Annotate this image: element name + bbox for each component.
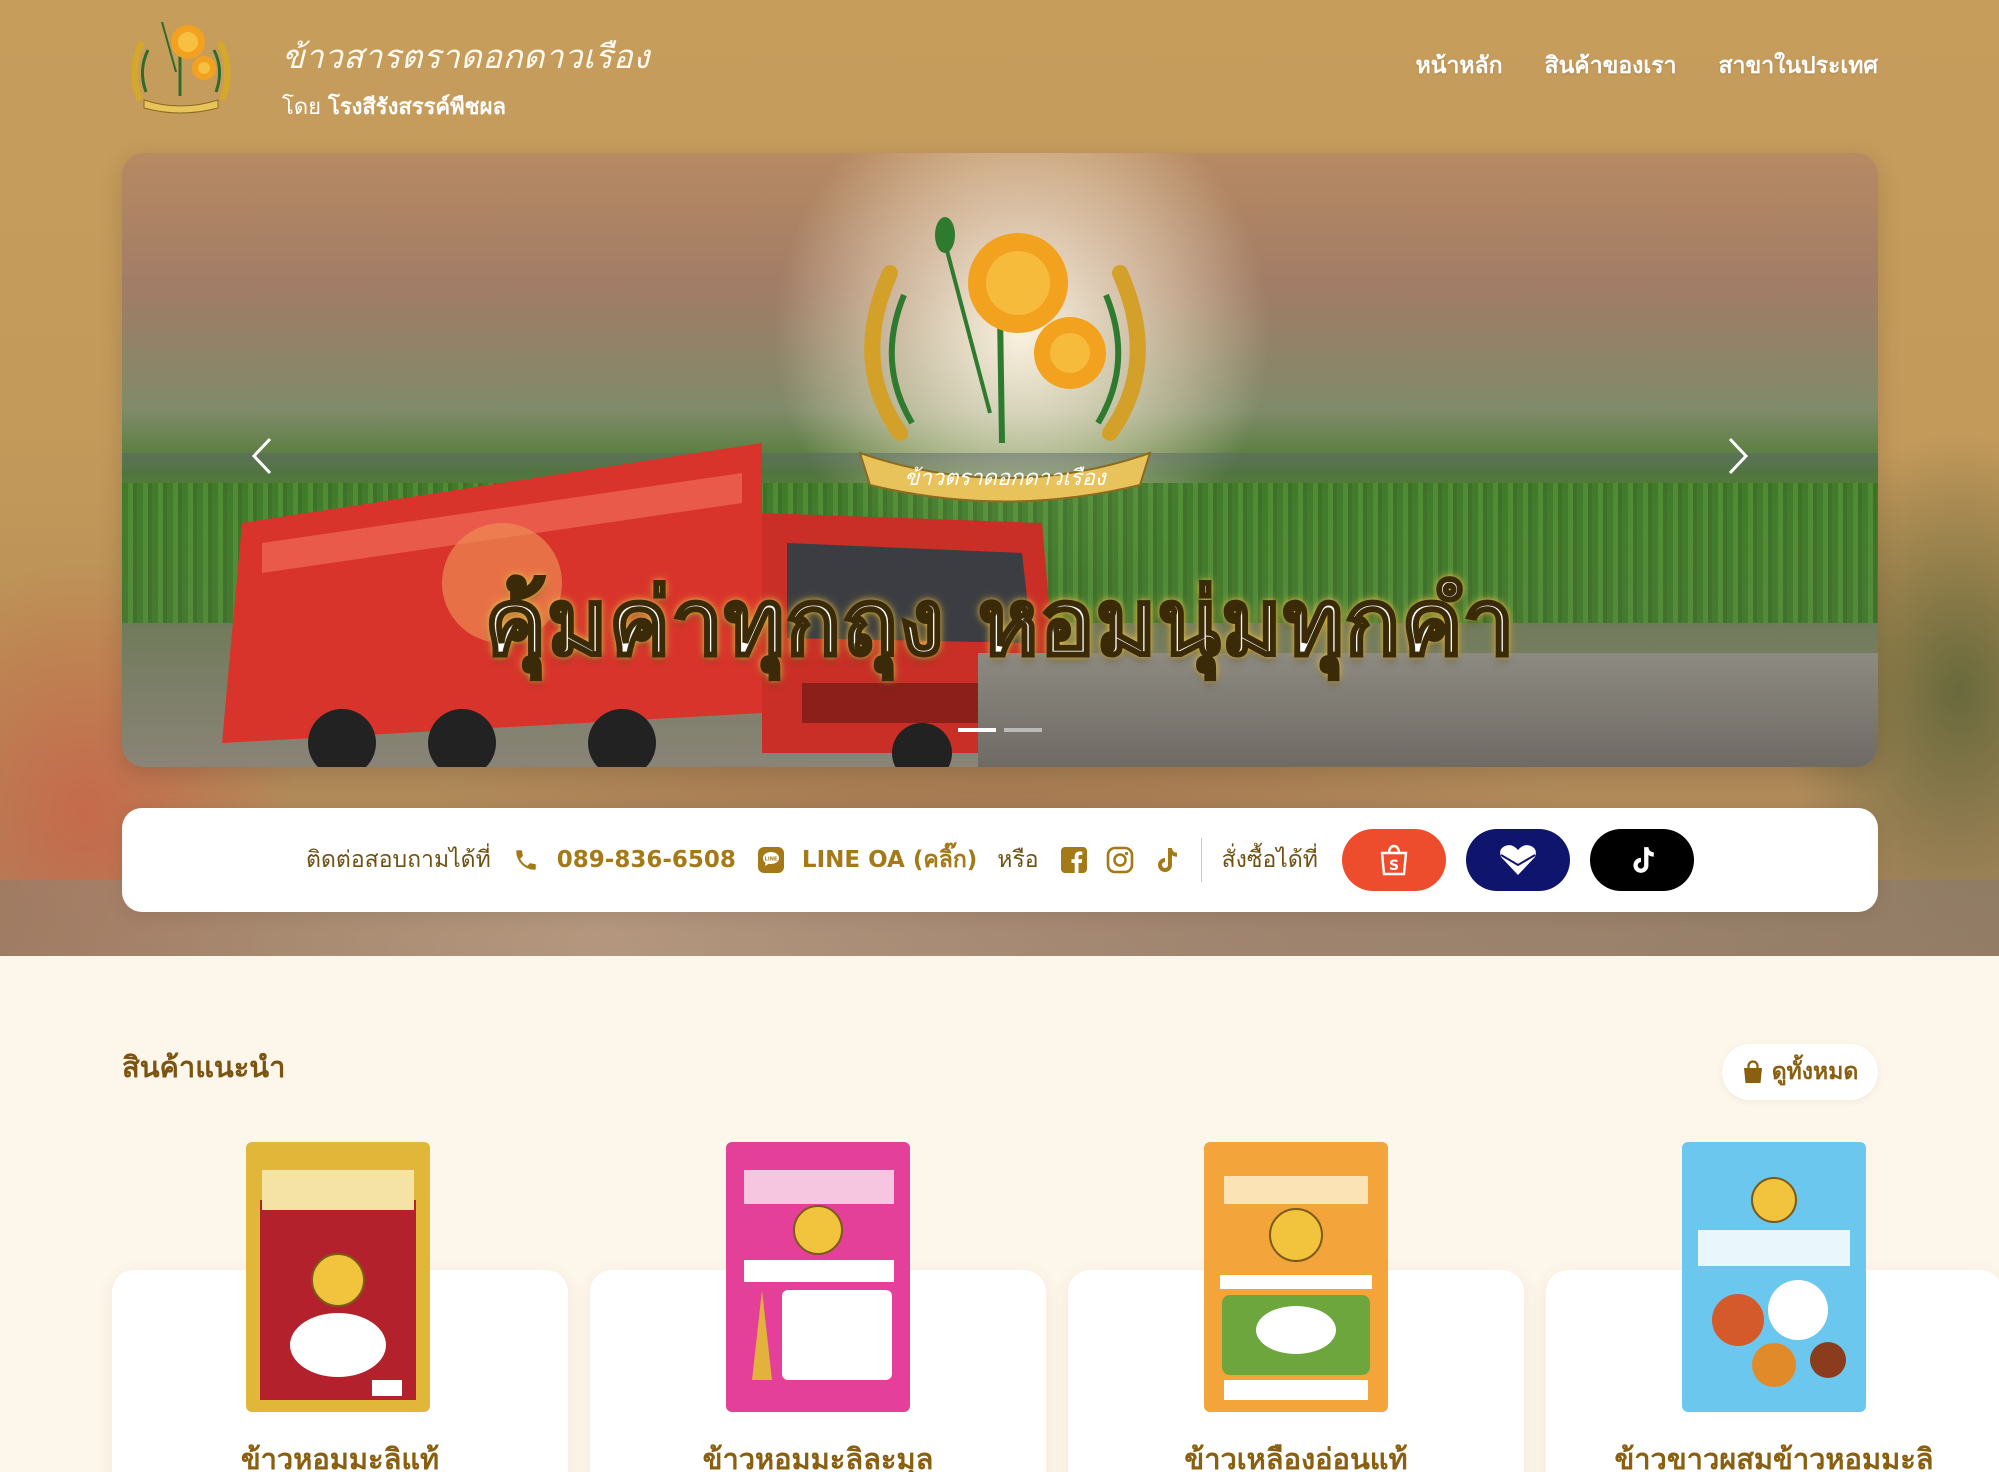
carousel-next-button[interactable] xyxy=(1718,431,1758,481)
phone-link[interactable]: 089-836-6508 xyxy=(557,847,736,873)
product-bag-image[interactable] xyxy=(722,1140,914,1420)
carousel-prev-button[interactable] xyxy=(242,431,282,481)
lazada-button[interactable] xyxy=(1465,829,1570,891)
site-logo[interactable] xyxy=(122,12,240,118)
tiktok-shop-icon xyxy=(1633,847,1654,873)
nav-branches[interactable]: สาขาในประเทศ xyxy=(1719,48,1878,84)
carousel-indicator[interactable] xyxy=(958,728,996,732)
svg-text:LINE: LINE xyxy=(765,857,778,863)
product-bag-image[interactable] xyxy=(1200,1140,1392,1420)
svg-text:S: S xyxy=(1389,858,1399,874)
contact-or: หรือ xyxy=(997,847,1039,873)
product-name[interactable]: ข้าวหอมมะลิละมุล xyxy=(590,1436,1046,1472)
contact-prefix: ติดต่อสอบถามได้ที่ xyxy=(306,847,491,873)
carousel-indicator[interactable] xyxy=(1004,728,1042,732)
contact-divider xyxy=(1200,838,1202,882)
brand-company: โรงสีรังสรรค์พืชผล xyxy=(328,95,506,120)
product-bag-image[interactable] xyxy=(242,1140,434,1420)
brand-subtitle: โดย โรงสีรังสรรค์พืชผล xyxy=(282,89,650,124)
brand-block: ข้าวสารตราดอกดาวเรือง โดย โรงสีรังสรรค์พ… xyxy=(282,30,650,124)
nav-products[interactable]: สินค้าของเรา xyxy=(1545,48,1677,84)
tiktok-icon[interactable] xyxy=(1151,845,1181,875)
contact-bar: ติดต่อสอบถามได้ที่ 089-836-6508 LINE LIN… xyxy=(122,808,1878,912)
section-title-recommended: สินค้าแนะนำ xyxy=(122,1050,286,1084)
view-all-label: ดูทั้งหมด xyxy=(1771,1059,1859,1085)
hero-carousel: ข้าวตราดอกดาวเรือง คุ้มค่าทุกถุง หอมนุ่ม… xyxy=(122,153,1878,767)
product-name[interactable]: ข้าวขาวผสมข้าวหอมมะลิ xyxy=(1546,1436,1999,1472)
product-bag-image[interactable] xyxy=(1678,1140,1870,1420)
main-nav: หน้าหลัก สินค้าของเรา สาขาในประเทศ xyxy=(1416,48,1878,84)
banner-slogan: คุ้มค่าทุกถุง หอมนุ่มทุกคำ xyxy=(483,568,1516,678)
site-header: ข้าวสารตราดอกดาวเรือง โดย โรงสีรังสรรค์พ… xyxy=(122,12,1878,122)
brand-by: โดย xyxy=(282,95,321,120)
line-oa-link[interactable]: LINE OA (คลิ๊ก) xyxy=(802,842,977,878)
shopee-button[interactable]: S xyxy=(1341,829,1446,891)
shopping-bag-icon xyxy=(1743,1060,1762,1083)
order-prefix: สั่งซื้อได้ที่ xyxy=(1221,847,1318,873)
carousel-indicators xyxy=(958,728,1042,732)
banner-emblem-image: ข้าวตราดอกดาวเรือง xyxy=(858,217,1152,503)
chevron-right-icon xyxy=(1728,437,1749,475)
emblem-ribbon-text: ข้าวตราดอกดาวเรือง xyxy=(904,466,1108,491)
lazada-heart-icon xyxy=(1500,845,1536,875)
nav-home[interactable]: หน้าหลัก xyxy=(1416,48,1503,84)
product-name[interactable]: ข้าวหอมมะลิแท้ xyxy=(112,1436,568,1472)
instagram-icon[interactable] xyxy=(1105,845,1135,875)
chevron-left-icon xyxy=(251,437,272,475)
phone-icon xyxy=(511,845,541,875)
shopee-bag-icon: S xyxy=(1380,844,1408,876)
line-icon[interactable]: LINE xyxy=(756,845,786,875)
product-name[interactable]: ข้าวเหลืองอ่อนแท้ xyxy=(1068,1436,1524,1472)
tiktok-shop-button[interactable] xyxy=(1589,829,1694,891)
marigold-logo-icon xyxy=(131,21,231,114)
product-carousel: ข้าวหอมมะลิแท้ ข้าวหอมมะลิละมุล ข้าวเหลื… xyxy=(112,1140,1999,1472)
facebook-icon[interactable] xyxy=(1059,845,1089,875)
view-all-button[interactable]: ดูทั้งหมด xyxy=(1722,1044,1878,1100)
brand-title: ข้าวสารตราดอกดาวเรือง xyxy=(282,37,650,76)
